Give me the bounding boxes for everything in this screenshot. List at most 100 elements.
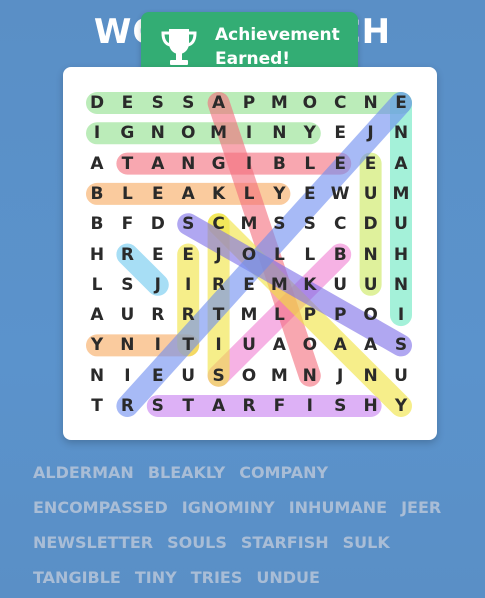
grid-cell[interactable]: I — [296, 391, 324, 421]
grid-cell[interactable]: Y — [296, 118, 324, 148]
grid-cell[interactable]: N — [113, 330, 141, 360]
grid-cell[interactable]: N — [387, 270, 415, 300]
grid-cell[interactable]: J — [326, 361, 354, 391]
grid-cell[interactable]: L — [265, 240, 293, 270]
grid-cell[interactable]: S — [174, 88, 202, 118]
grid-cell[interactable]: U — [235, 330, 263, 360]
grid-cell[interactable]: A — [174, 179, 202, 209]
grid-cell[interactable]: T — [174, 330, 202, 360]
grid-cell[interactable]: A — [265, 330, 293, 360]
grid-cell[interactable]: I — [235, 149, 263, 179]
grid-cell[interactable]: I — [144, 330, 172, 360]
grid-cell[interactable]: S — [265, 209, 293, 239]
grid-cell[interactable]: A — [387, 149, 415, 179]
grid-cell[interactable]: N — [265, 118, 293, 148]
grid-cell[interactable]: N — [357, 361, 385, 391]
grid-cell[interactable]: E — [235, 270, 263, 300]
grid-cell[interactable]: K — [205, 179, 233, 209]
grid-cell[interactable]: T — [205, 300, 233, 330]
grid-cell[interactable]: H — [357, 391, 385, 421]
grid-cell[interactable]: J — [144, 270, 172, 300]
grid-cell[interactable]: F — [113, 209, 141, 239]
grid-cell[interactable]: Y — [83, 330, 111, 360]
grid-cell[interactable]: S — [144, 88, 172, 118]
grid-cell[interactable]: U — [387, 209, 415, 239]
grid-cell[interactable]: Y — [387, 391, 415, 421]
grid-cell[interactable]: R — [113, 391, 141, 421]
grid-cell[interactable]: E — [174, 240, 202, 270]
grid-cell[interactable]: A — [326, 330, 354, 360]
grid-cell[interactable]: N — [83, 361, 111, 391]
grid-cell[interactable]: M — [235, 300, 263, 330]
grid-cell[interactable]: E — [357, 149, 385, 179]
grid-cell[interactable]: M — [265, 88, 293, 118]
grid-cell[interactable]: N — [357, 240, 385, 270]
grid-cell[interactable]: L — [296, 240, 324, 270]
grid-cell[interactable]: N — [174, 149, 202, 179]
grid-cell[interactable]: S — [144, 391, 172, 421]
grid-cell[interactable]: G — [205, 149, 233, 179]
grid-cell[interactable]: B — [83, 209, 111, 239]
grid-cell[interactable]: P — [235, 88, 263, 118]
grid-cell[interactable]: A — [144, 149, 172, 179]
grid-cell[interactable]: I — [113, 361, 141, 391]
grid-cell[interactable]: O — [235, 361, 263, 391]
grid-cell[interactable]: E — [387, 88, 415, 118]
grid-cell[interactable]: D — [357, 209, 385, 239]
grid-cell[interactable]: M — [387, 179, 415, 209]
grid-cell[interactable]: B — [83, 179, 111, 209]
grid-cell[interactable]: A — [357, 330, 385, 360]
grid-cell[interactable]: J — [357, 118, 385, 148]
grid-cell[interactable]: C — [326, 209, 354, 239]
grid-cell[interactable]: S — [205, 361, 233, 391]
grid-cell[interactable]: I — [387, 300, 415, 330]
grid-cell[interactable]: L — [296, 149, 324, 179]
grid-cell[interactable]: E — [326, 118, 354, 148]
grid-cell[interactable]: A — [205, 391, 233, 421]
grid-cell[interactable]: A — [83, 300, 111, 330]
grid-cell[interactable]: P — [296, 300, 324, 330]
grid-cell[interactable]: O — [235, 240, 263, 270]
grid-cell[interactable]: R — [205, 270, 233, 300]
grid-cell[interactable]: T — [113, 149, 141, 179]
grid-cell[interactable]: O — [357, 300, 385, 330]
grid-cell[interactable]: R — [235, 391, 263, 421]
grid-cell[interactable]: D — [83, 88, 111, 118]
grid-cell[interactable]: A — [205, 88, 233, 118]
grid-cell[interactable]: L — [235, 179, 263, 209]
grid-cell[interactable]: E — [113, 88, 141, 118]
grid-cell[interactable]: U — [113, 300, 141, 330]
grid-cell[interactable]: R — [113, 240, 141, 270]
grid-cell[interactable]: M — [265, 361, 293, 391]
grid-cell[interactable]: K — [296, 270, 324, 300]
grid-cell[interactable]: G — [113, 118, 141, 148]
grid-cell[interactable]: S — [174, 209, 202, 239]
grid-cell[interactable]: C — [205, 209, 233, 239]
grid-cell[interactable]: T — [174, 391, 202, 421]
grid-cell[interactable]: E — [144, 240, 172, 270]
grid-cell[interactable]: U — [357, 270, 385, 300]
grid-cell[interactable]: R — [174, 300, 202, 330]
grid-cell[interactable]: I — [235, 118, 263, 148]
grid-cell[interactable]: I — [83, 118, 111, 148]
grid-cell[interactable]: D — [144, 209, 172, 239]
grid-cell[interactable]: M — [265, 270, 293, 300]
grid-cell[interactable]: U — [357, 179, 385, 209]
grid-cell[interactable]: B — [326, 240, 354, 270]
grid-cell[interactable]: J — [205, 240, 233, 270]
grid-cell[interactable]: L — [83, 270, 111, 300]
grid-cell[interactable]: I — [174, 270, 202, 300]
grid-cell[interactable]: A — [83, 149, 111, 179]
grid-cell[interactable]: L — [265, 300, 293, 330]
grid-cell[interactable]: W — [326, 179, 354, 209]
grid-cell[interactable]: B — [265, 149, 293, 179]
grid-cell[interactable]: O — [296, 88, 324, 118]
grid-cell[interactable]: N — [296, 361, 324, 391]
grid-cell[interactable]: E — [144, 361, 172, 391]
grid-cell[interactable]: O — [174, 118, 202, 148]
grid-cell[interactable]: S — [326, 391, 354, 421]
grid-cell[interactable]: R — [144, 300, 172, 330]
grid-cell[interactable]: F — [265, 391, 293, 421]
grid-cell[interactable]: E — [326, 149, 354, 179]
grid-cell[interactable]: U — [326, 270, 354, 300]
